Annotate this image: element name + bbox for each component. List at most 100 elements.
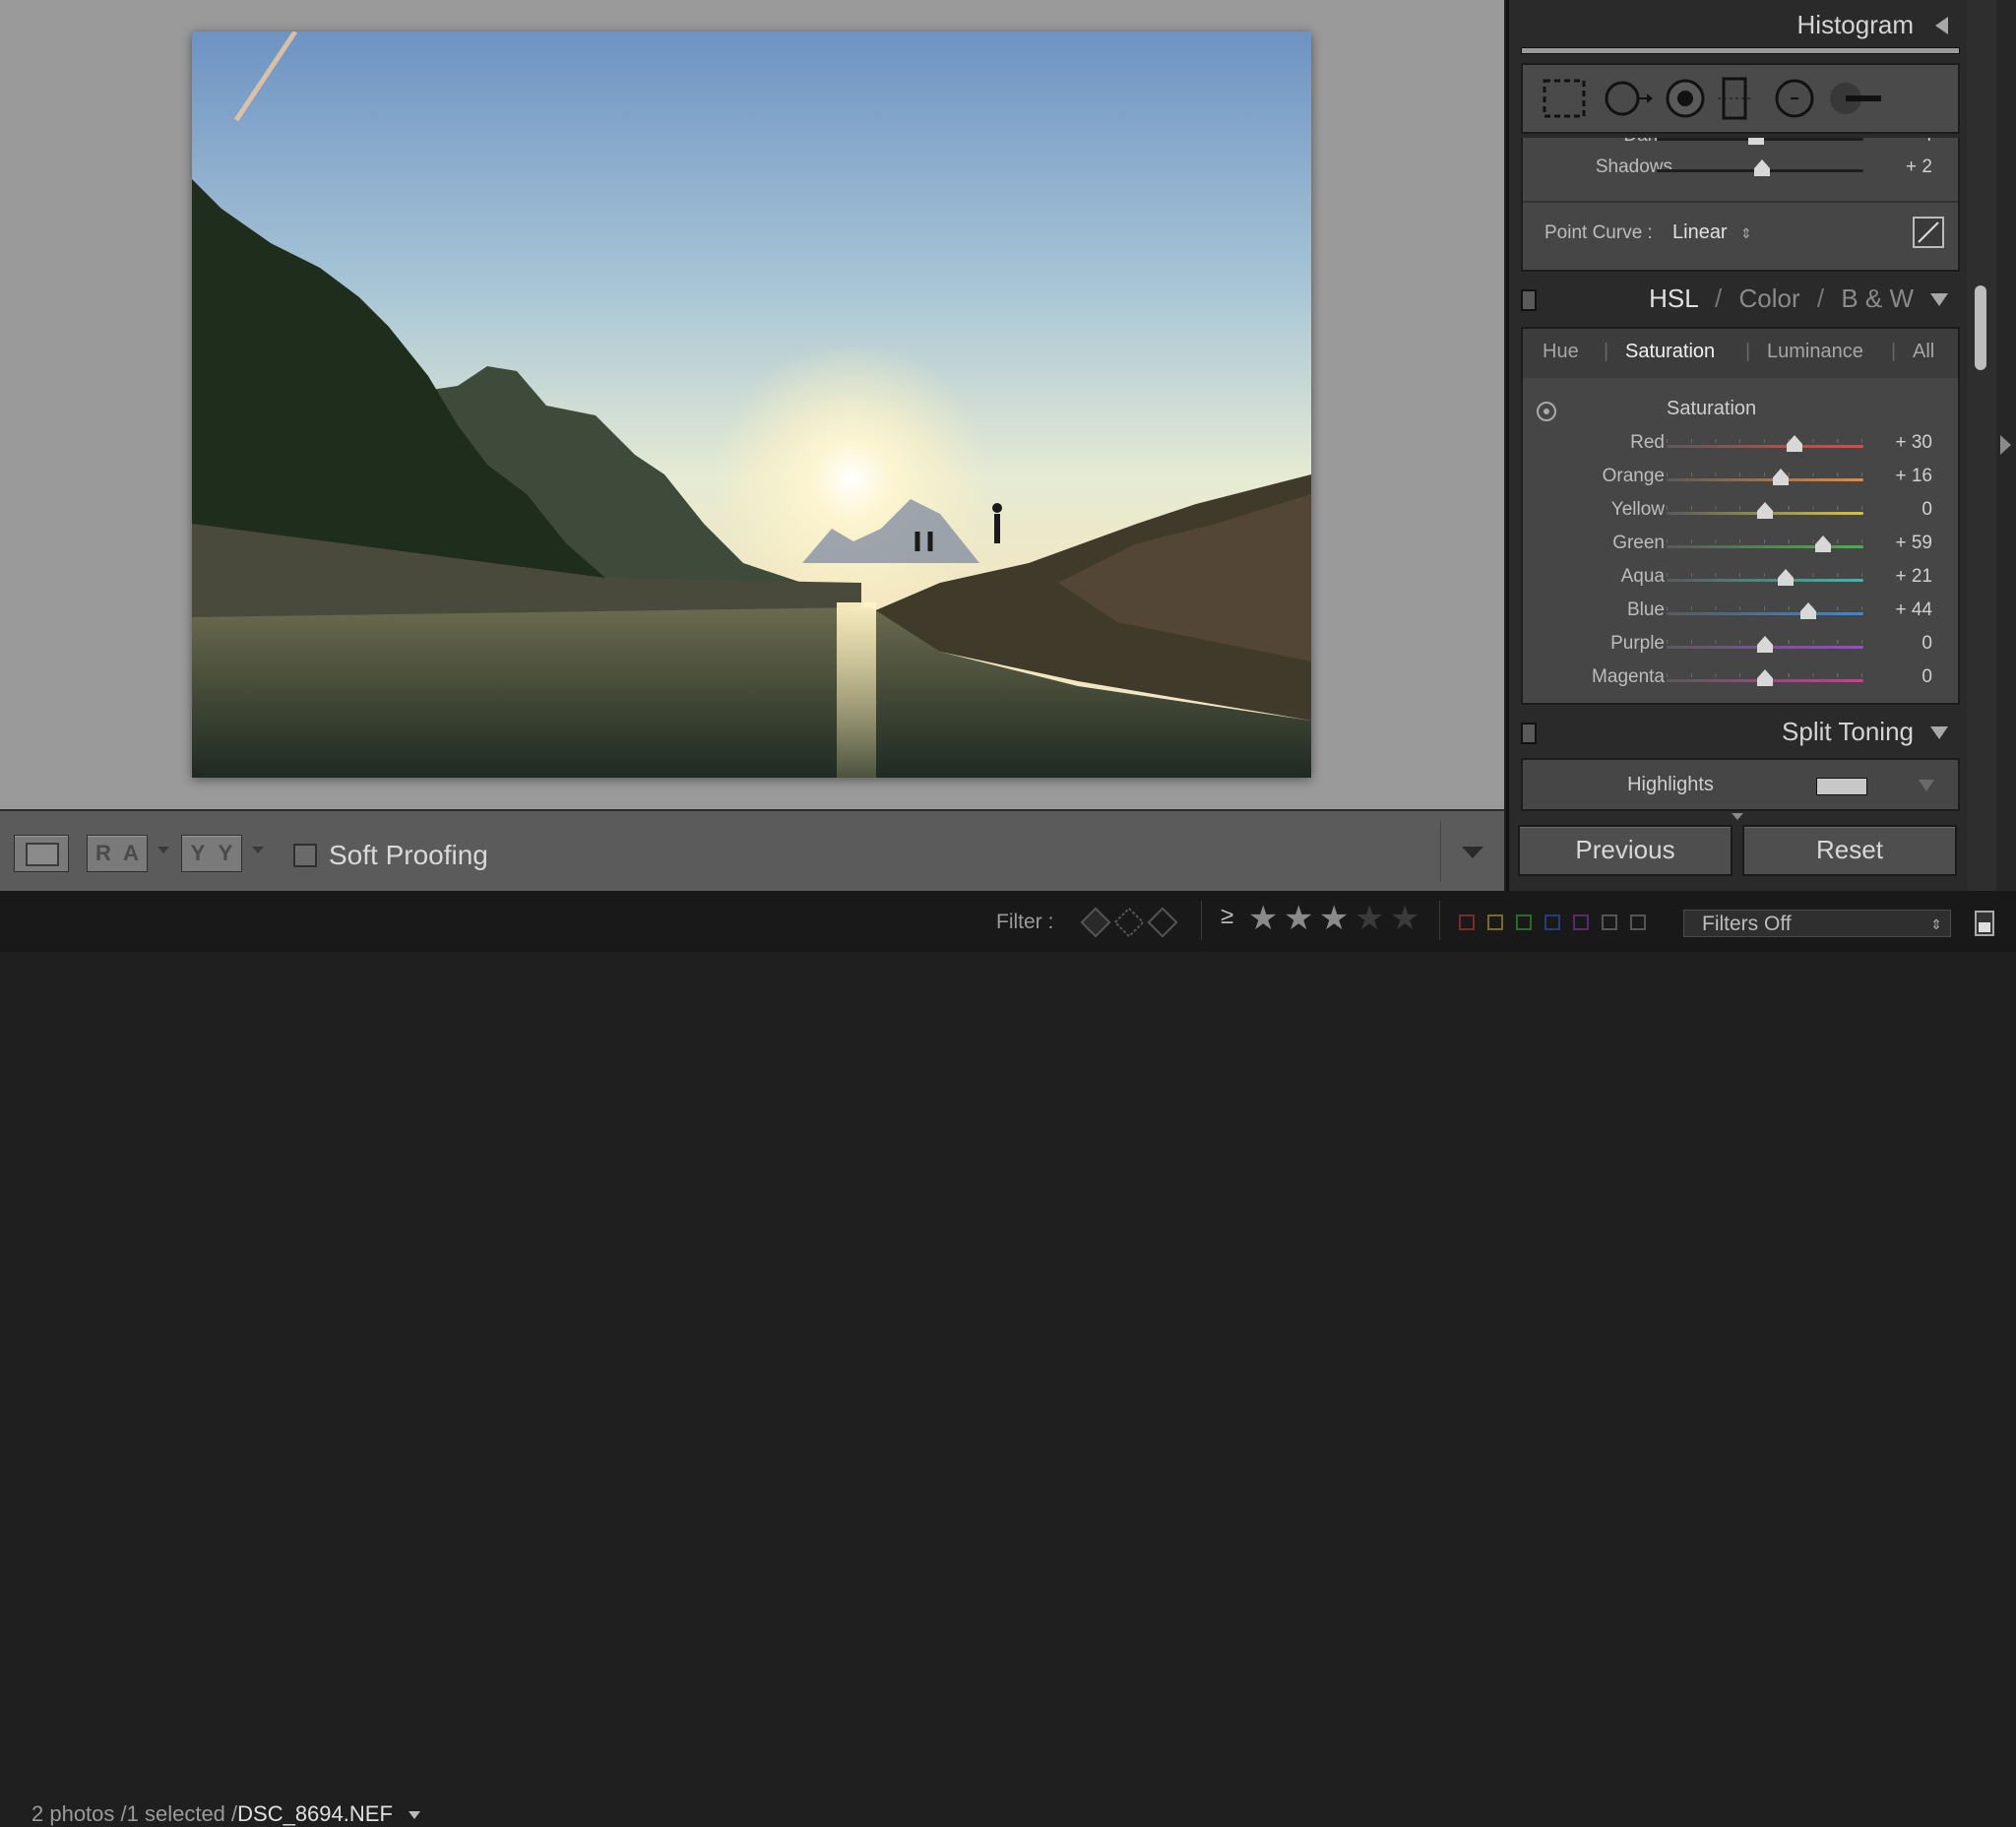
loupe-view-button[interactable] [14, 835, 69, 872]
targeted-adjustment-icon[interactable] [1537, 402, 1556, 421]
hsl-collapse-icon[interactable] [1930, 293, 1948, 306]
unflagged-icon [1113, 907, 1145, 938]
histogram-collapse-icon[interactable] [1935, 17, 1948, 34]
purple-label: Purple [1610, 633, 1665, 654]
split-toning-collapse-icon[interactable] [1930, 726, 1948, 739]
blue-label-filter[interactable] [1544, 914, 1560, 930]
spot-removal-icon[interactable] [1605, 81, 1653, 116]
crop-overlay-icon[interactable] [1543, 79, 1586, 118]
rating-operator[interactable]: ≥ [1221, 903, 1233, 930]
toolbar: R A Y Y Soft Proofing [0, 809, 1504, 893]
radial-filter-icon[interactable] [1775, 79, 1814, 118]
flag-filter-icons[interactable] [1078, 905, 1186, 945]
hsl-mode[interactable]: HSL [1649, 284, 1698, 313]
tab-saturation[interactable]: Saturation [1625, 341, 1715, 363]
shadows-thumb[interactable] [1754, 159, 1771, 176]
star-5-icon[interactable]: ★ [1390, 899, 1419, 938]
magenta-thumb[interactable] [1757, 669, 1773, 686]
purple-thumb[interactable] [1757, 636, 1773, 653]
main-photo[interactable] [192, 32, 1311, 778]
highlights-chevron-down-icon[interactable] [1919, 780, 1934, 791]
histogram-header[interactable]: Histogram [1509, 0, 1968, 49]
tab-luminance[interactable]: Luminance [1767, 341, 1863, 363]
curve-edit-icon[interactable] [1913, 217, 1944, 248]
panel-scrollbar[interactable] [1967, 0, 1996, 891]
purple-saturation-slider[interactable]: Purple 0 [1523, 630, 1958, 663]
tab-hue[interactable]: Hue [1543, 341, 1579, 363]
red-label-filter[interactable] [1459, 914, 1475, 930]
custom-label-filter[interactable] [1602, 914, 1617, 930]
aqua-saturation-slider[interactable]: Aqua + 21 [1523, 563, 1958, 597]
split-toning-enable-switch[interactable] [1521, 723, 1537, 744]
orange-thumb[interactable] [1773, 469, 1789, 485]
orange-saturation-slider[interactable]: Orange + 16 [1523, 463, 1958, 496]
red-saturation-slider[interactable]: Red + 30 [1523, 429, 1958, 463]
blue-thumb[interactable] [1800, 602, 1816, 619]
graduated-filter-icon[interactable] [1718, 77, 1751, 120]
filter-lock-switch[interactable] [1975, 911, 1994, 936]
green-ticks [1667, 539, 1863, 543]
right-panel-edge[interactable] [1996, 0, 2016, 891]
star-3-icon[interactable]: ★ [1319, 899, 1349, 938]
hsl-title: HSL / Color / B & W [1649, 284, 1914, 314]
before-after-button[interactable]: R A [87, 835, 148, 872]
highlights-color-swatch[interactable] [1816, 778, 1867, 795]
before-after-left-glyph: R [95, 841, 111, 865]
darks-value: – 4 [1907, 138, 1932, 147]
green-saturation-slider[interactable]: Green + 59 [1523, 530, 1958, 563]
loupe-view-icon [26, 843, 59, 866]
star-4-icon[interactable]: ★ [1354, 899, 1384, 938]
histogram-strip [1521, 47, 1960, 54]
filmstrip-divider-1 [1201, 901, 1202, 940]
split-toning-header[interactable]: Split Toning [1509, 707, 1968, 756]
orange-label: Orange [1602, 466, 1665, 486]
panel-scroll-thumb[interactable] [1975, 285, 1986, 370]
red-thumb[interactable] [1787, 435, 1802, 452]
before-after-split-button[interactable]: Y Y [181, 835, 242, 872]
soft-proofing-toggle[interactable]: Soft Proofing [293, 840, 488, 871]
magenta-saturation-slider[interactable]: Magenta 0 [1523, 663, 1958, 697]
blue-saturation-slider[interactable]: Blue + 44 [1523, 597, 1958, 630]
red-track[interactable] [1667, 445, 1863, 448]
star-1-icon[interactable]: ★ [1248, 899, 1278, 938]
blue-track[interactable] [1667, 612, 1863, 615]
green-label-filter[interactable] [1516, 914, 1532, 930]
before-after-menu-chevron-icon[interactable] [158, 847, 169, 853]
red-value: + 30 [1895, 432, 1932, 453]
yellow-label-filter[interactable] [1487, 914, 1503, 930]
expand-right-icon[interactable] [2000, 435, 2011, 455]
before-after-right-glyph: A [123, 841, 139, 865]
aqua-track[interactable] [1667, 579, 1863, 582]
orange-track[interactable] [1667, 478, 1863, 481]
green-thumb[interactable] [1815, 536, 1831, 552]
shadows-slider[interactable]: Shadows + 2 [1523, 154, 1958, 187]
point-curve-select[interactable]: Linear ⇕ [1672, 221, 1752, 244]
red-eye-icon[interactable] [1666, 79, 1705, 118]
photo-count-status[interactable]: 2 photos /1 selected /DSC_8694.NEF [32, 1801, 421, 1827]
hsl-header[interactable]: HSL / Color / B & W [1509, 274, 1968, 323]
split-menu-chevron-icon[interactable] [252, 847, 264, 853]
hsl-enable-switch[interactable] [1521, 289, 1537, 311]
tab-all[interactable]: All [1913, 341, 1934, 363]
split-left-glyph: Y [190, 841, 206, 865]
shadows-value: + 2 [1906, 157, 1932, 177]
adjustment-brush-icon[interactable] [1830, 83, 1881, 114]
purple-label-filter[interactable] [1573, 914, 1589, 930]
color-mode[interactable]: Color [1738, 284, 1799, 313]
toolbar-content-menu-icon[interactable] [1462, 847, 1483, 858]
aqua-thumb[interactable] [1778, 569, 1794, 586]
bw-mode[interactable]: B & W [1841, 284, 1914, 313]
aqua-value: + 21 [1895, 566, 1932, 587]
yellow-saturation-slider[interactable]: Yellow 0 [1523, 496, 1958, 530]
reset-button[interactable]: Reset [1742, 825, 1957, 876]
soft-proofing-checkbox[interactable] [293, 844, 317, 867]
image-canvas [0, 0, 1504, 809]
green-track[interactable] [1667, 545, 1863, 548]
star-2-icon[interactable]: ★ [1284, 899, 1313, 938]
filters-preset-select[interactable]: Filters Off ⇕ [1683, 910, 1951, 937]
previous-button[interactable]: Previous [1518, 825, 1732, 876]
filename-chevron-down-icon[interactable] [409, 1811, 421, 1820]
yellow-thumb[interactable] [1757, 502, 1773, 519]
no-label-filter[interactable] [1630, 914, 1646, 930]
toolbar-divider [1440, 821, 1441, 882]
